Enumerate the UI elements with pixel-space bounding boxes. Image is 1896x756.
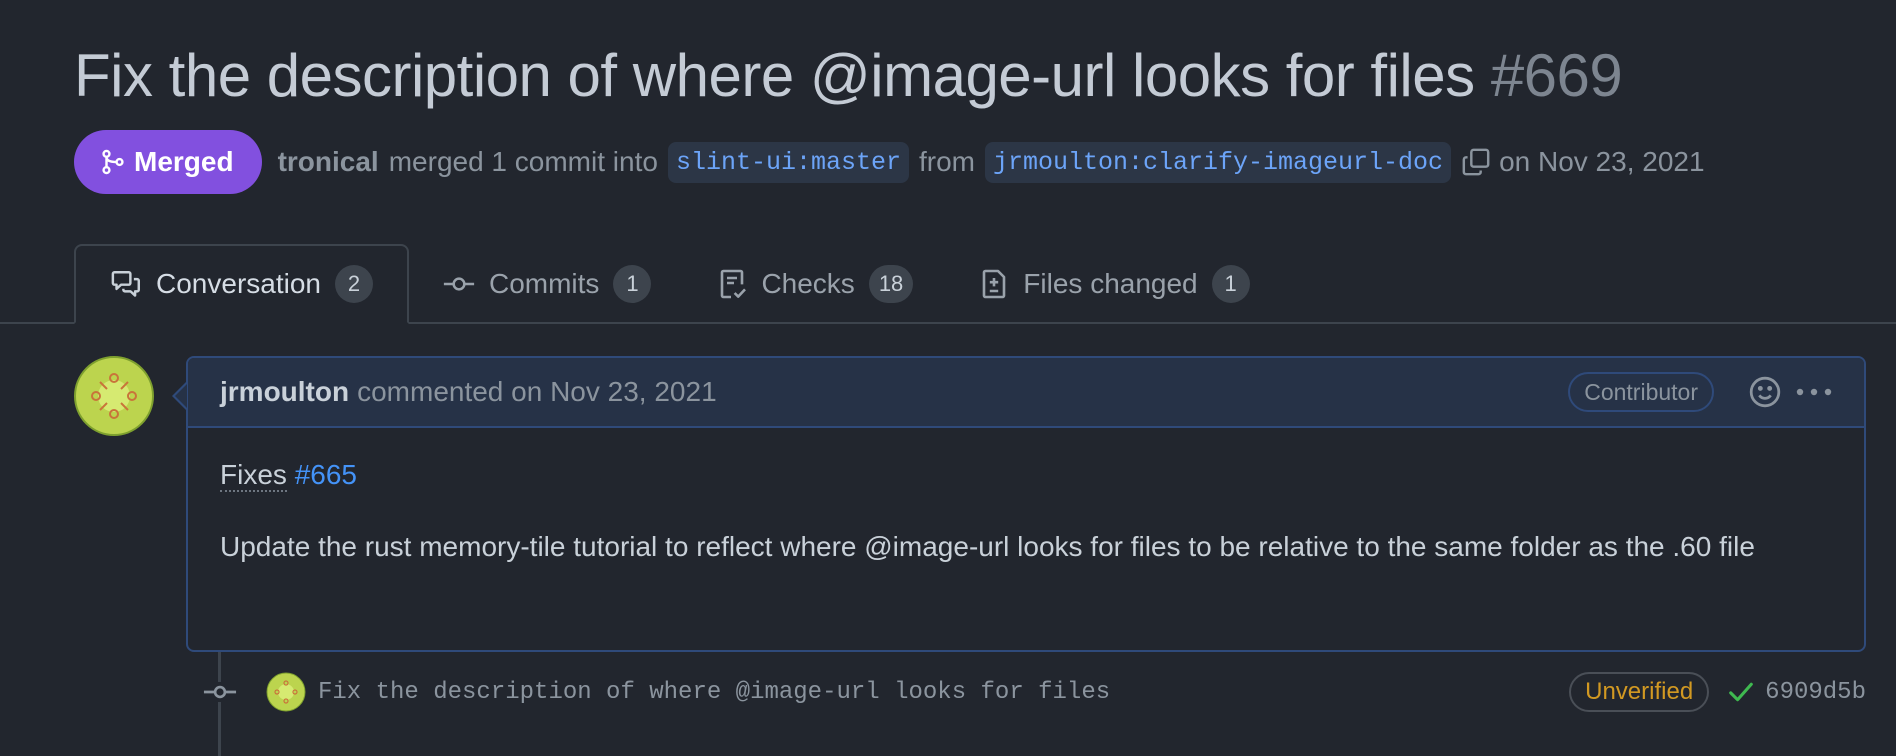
head-branch[interactable]: jrmoulton:clarify-imageurl-doc: [984, 141, 1452, 183]
merge-date: on Nov 23, 2021: [1499, 146, 1705, 177]
comment-pointer-fill: [175, 384, 187, 408]
comment-discussion-icon: [110, 270, 142, 298]
commit-message[interactable]: Fix the description of where @image-url …: [318, 679, 1110, 706]
tab-files-changed-count: 1: [1211, 265, 1250, 303]
commit-row: Fix the description of where @image-url …: [200, 668, 1866, 716]
commit-sha[interactable]: 6909d5b: [1765, 679, 1866, 706]
comment-box: jrmoulton commented on Nov 23, 2021 Cont…: [186, 356, 1866, 652]
pr-number: #669: [1490, 42, 1623, 109]
checklist-icon: [719, 268, 747, 300]
check-icon[interactable]: [1727, 680, 1755, 704]
comment-body: Fixes #665 Update the rust memory-tile t…: [188, 428, 1864, 568]
kebab-menu-icon[interactable]: [1794, 382, 1834, 402]
avatar[interactable]: [74, 356, 154, 436]
comment-header: jrmoulton commented on Nov 23, 2021 Cont…: [188, 358, 1864, 428]
git-merge-icon: [100, 148, 126, 176]
merged-label: Merged: [134, 146, 234, 177]
tab-conversation-count: 2: [334, 265, 373, 303]
tab-checks-label: Checks: [761, 268, 855, 299]
from-text: from: [918, 146, 975, 177]
tab-files-changed-label: Files changed: [1023, 268, 1198, 299]
tab-checks[interactable]: Checks 18: [685, 244, 947, 324]
smiley-icon[interactable]: [1748, 375, 1782, 409]
tab-files-changed[interactable]: Files changed 1: [947, 244, 1283, 324]
merger-link[interactable]: tronical: [278, 146, 379, 178]
pr-meta: Merged tronical merged 1 commit into sli…: [74, 130, 1705, 194]
tab-commits[interactable]: Commits 1: [409, 244, 685, 324]
contributor-badge: Contributor: [1568, 372, 1714, 412]
comment-timestamp[interactable]: commented on Nov 23, 2021: [357, 376, 717, 408]
pr-title: Fix the description of where @image-url …: [74, 38, 1623, 114]
tab-conversation[interactable]: Conversation 2: [74, 244, 409, 324]
merged-status-badge: Merged: [74, 130, 262, 194]
copy-icon[interactable]: [1461, 147, 1491, 177]
tab-checks-count: 18: [868, 265, 914, 303]
base-branch[interactable]: slint-ui:master: [667, 141, 909, 183]
tab-commits-count: 1: [613, 265, 652, 303]
fixes-line: Fixes #665: [220, 454, 1832, 496]
comment-text: Update the rust memory-tile tutorial to …: [220, 531, 1755, 562]
tab-commits-label: Commits: [488, 268, 600, 299]
git-commit-icon: [200, 682, 240, 702]
unverified-badge[interactable]: Unverified: [1569, 672, 1710, 712]
issue-link[interactable]: #665: [295, 459, 357, 490]
tab-conversation-label: Conversation: [156, 268, 321, 299]
merged-text: merged 1 commit into: [388, 146, 658, 177]
pr-title-text: Fix the description of where @image-url …: [74, 42, 1475, 109]
commit-author-avatar[interactable]: [266, 672, 306, 712]
pr-tabs: Conversation 2 Commits 1 Checks 18 Files…: [74, 244, 1284, 324]
comment-author[interactable]: jrmoulton: [220, 376, 349, 408]
file-diff-icon: [981, 268, 1009, 300]
fixes-keyword: Fixes: [220, 459, 287, 492]
git-commit-icon: [443, 273, 475, 295]
